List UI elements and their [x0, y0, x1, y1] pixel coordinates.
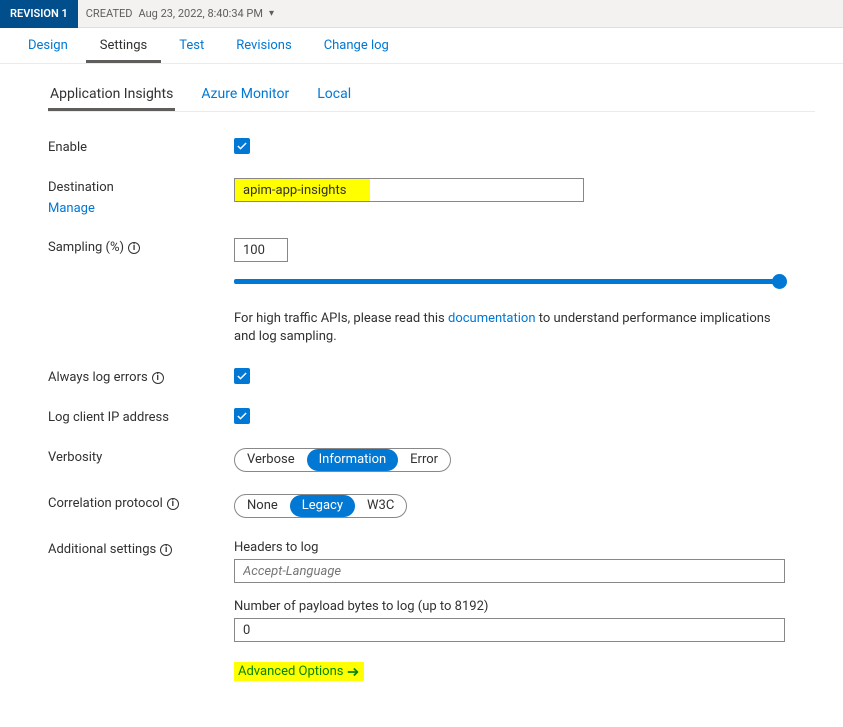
destination-label: Destination	[48, 178, 234, 195]
info-icon[interactable]: i	[152, 372, 164, 384]
tab-settings[interactable]: Settings	[86, 28, 161, 63]
verbosity-segmented: Verbose Information Error	[234, 448, 451, 472]
payload-bytes-input[interactable]	[234, 618, 785, 642]
checkmark-icon	[236, 370, 248, 382]
sampling-label-text: Sampling (%)	[48, 240, 124, 255]
verbosity-verbose[interactable]: Verbose	[235, 448, 307, 472]
tab-test[interactable]: Test	[165, 28, 218, 63]
revision-created-value: Aug 23, 2022, 8:40:34 PM	[138, 7, 262, 20]
correlation-label: Correlation protocol i	[48, 494, 234, 511]
correlation-none[interactable]: None	[235, 494, 290, 518]
row-additional: Additional settings i Headers to log Num…	[28, 540, 815, 681]
checkmark-icon	[236, 140, 248, 152]
tab-local[interactable]: Local	[315, 80, 353, 111]
revision-created-dropdown[interactable]: CREATED Aug 23, 2022, 8:40:34 PM ▾	[78, 7, 282, 20]
row-destination: Destination Manage	[28, 178, 815, 216]
help-prefix: For high traffic APIs, please read this	[234, 311, 448, 326]
manage-link[interactable]: Manage	[48, 201, 234, 216]
arrow-right-icon	[346, 665, 360, 679]
tab-azure-monitor[interactable]: Azure Monitor	[199, 80, 291, 111]
verbosity-information[interactable]: Information	[307, 449, 399, 471]
revision-created-label: CREATED	[86, 7, 133, 20]
tab-changelog[interactable]: Change log	[310, 28, 403, 63]
chevron-down-icon: ▾	[269, 8, 274, 19]
advanced-options-link[interactable]: Advanced Options	[234, 662, 364, 681]
sampling-label: Sampling (%) i	[48, 238, 234, 255]
row-enable: Enable	[28, 138, 815, 156]
slider-track	[234, 279, 785, 284]
row-correlation: Correlation protocol i None Legacy W3C	[28, 494, 815, 518]
primary-tabs: Design Settings Test Revisions Change lo…	[0, 28, 843, 64]
row-sampling: Sampling (%) i For high traffic APIs, pl…	[28, 238, 815, 346]
additional-label: Additional settings i	[48, 540, 234, 557]
correlation-segmented: None Legacy W3C	[234, 494, 407, 518]
checkmark-icon	[236, 410, 248, 422]
verbosity-label: Verbosity	[48, 448, 234, 465]
sampling-slider[interactable]	[234, 274, 785, 290]
payload-bytes-label: Number of payload bytes to log (up to 81…	[234, 599, 785, 614]
log-client-ip-label: Log client IP address	[48, 408, 234, 425]
info-icon[interactable]: i	[128, 242, 140, 254]
slider-thumb[interactable]	[772, 274, 787, 289]
tab-revisions[interactable]: Revisions	[222, 28, 305, 63]
enable-checkbox[interactable]	[234, 138, 250, 154]
headers-to-log-label: Headers to log	[234, 540, 785, 555]
row-log-client-ip: Log client IP address	[28, 408, 815, 426]
verbosity-error[interactable]: Error	[398, 448, 450, 472]
always-log-errors-checkbox[interactable]	[234, 368, 250, 384]
correlation-w3c[interactable]: W3C	[355, 494, 406, 518]
revision-bar: REVISION 1 CREATED Aug 23, 2022, 8:40:34…	[0, 0, 843, 28]
log-client-ip-checkbox[interactable]	[234, 408, 250, 424]
sampling-input[interactable]	[234, 238, 288, 262]
info-icon[interactable]: i	[167, 498, 179, 510]
tab-application-insights[interactable]: Application Insights	[48, 80, 175, 111]
correlation-legacy[interactable]: Legacy	[290, 495, 355, 517]
row-always-log-errors: Always log errors i	[28, 368, 815, 386]
sampling-help-text: For high traffic APIs, please read this …	[234, 310, 785, 346]
advanced-options-text: Advanced Options	[238, 664, 343, 679]
additional-label-text: Additional settings	[48, 542, 156, 557]
info-icon[interactable]: i	[160, 544, 172, 556]
headers-to-log-input[interactable]	[234, 559, 785, 583]
tab-design[interactable]: Design	[14, 28, 82, 63]
row-verbosity: Verbosity Verbose Information Error	[28, 448, 815, 472]
revision-badge: REVISION 1	[0, 0, 78, 28]
secondary-tabs: Application Insights Azure Monitor Local	[48, 80, 815, 112]
correlation-label-text: Correlation protocol	[48, 496, 163, 511]
destination-input[interactable]	[234, 178, 584, 202]
enable-label: Enable	[48, 138, 234, 155]
always-log-errors-label: Always log errors i	[48, 368, 234, 385]
always-log-errors-text: Always log errors	[48, 370, 148, 385]
documentation-link[interactable]: documentation	[448, 311, 536, 326]
